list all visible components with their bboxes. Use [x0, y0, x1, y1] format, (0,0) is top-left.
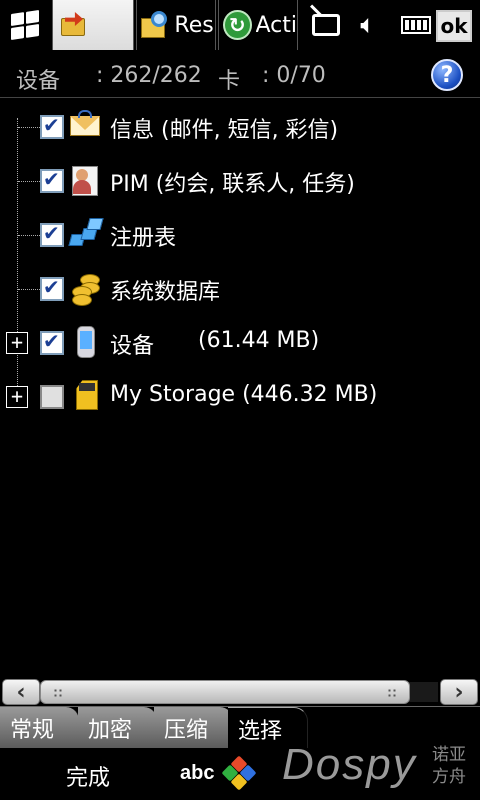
- checkbox[interactable]: [40, 385, 64, 409]
- tree-branch-line: [18, 289, 40, 290]
- start-button[interactable]: [0, 0, 50, 50]
- checkbox[interactable]: [40, 275, 64, 301]
- tree-item-label: My Storage (446.32 MB): [110, 382, 378, 407]
- selection-status: 设备 : 262/262 卡 : 0/70 ?: [0, 52, 480, 98]
- scroll-right-button[interactable]: ›: [440, 679, 478, 705]
- task-tab-acti[interactable]: ↻ Acti: [218, 0, 298, 50]
- registry-icon: [68, 216, 104, 252]
- tree-item-label: 信息 (邮件, 短信, 彩信): [110, 118, 339, 143]
- folder-magnifier-icon: [139, 8, 170, 42]
- tab-general[interactable]: 常规: [0, 707, 80, 749]
- windows-logo-icon: [11, 10, 39, 40]
- tree-item-label: 注册表: [110, 226, 177, 251]
- battery-icon[interactable]: [398, 8, 434, 42]
- done-softkey[interactable]: 完成: [66, 760, 110, 792]
- device-count-label: 设备: [16, 69, 61, 94]
- task-tab-acti-label: Acti: [255, 12, 297, 38]
- contact-card-icon: [68, 162, 104, 198]
- device-count-value: : 262/262: [96, 63, 202, 88]
- checkbox[interactable]: [40, 221, 64, 247]
- tab-encryption[interactable]: 加密: [78, 707, 158, 749]
- expand-icon[interactable]: +: [6, 332, 28, 354]
- expand-icon[interactable]: +: [6, 386, 28, 408]
- task-tab-res-label: Res: [174, 12, 214, 38]
- tree-item-pim[interactable]: PIM (约会, 联系人, 任务): [0, 154, 480, 208]
- tree-item-system-database[interactable]: 系统数据库: [0, 262, 480, 316]
- help-icon[interactable]: ?: [431, 59, 463, 91]
- menu-bar: 完成 abc Dospy 诺亚 方舟: [0, 740, 480, 800]
- backup-selection-tree: 信息 (邮件, 短信, 彩信) PIM (约会, 联系人, 任务) 注册表 系统…: [0, 100, 480, 678]
- tree-item-label: PIM (约会, 联系人, 任务): [110, 172, 355, 197]
- sync-icon: ↻: [223, 10, 252, 40]
- grip-icon: [53, 688, 63, 698]
- tab-compression[interactable]: 压缩: [154, 707, 234, 749]
- card-count-label: 卡: [218, 69, 241, 94]
- card-count-value: : 0/70: [262, 63, 326, 88]
- folder-arrow-icon: [59, 10, 87, 40]
- scrollbar-thumb[interactable]: [40, 680, 410, 704]
- checkbox[interactable]: [40, 329, 64, 355]
- tree-branch-line: [18, 181, 40, 182]
- task-tab-res[interactable]: Res: [136, 0, 216, 50]
- no-signal-icon[interactable]: [306, 8, 346, 42]
- tree-item-size: (61.44 MB): [198, 328, 320, 353]
- horizontal-scrollbar[interactable]: ‹ ›: [0, 678, 480, 706]
- tree-item-label: 系统数据库: [110, 280, 221, 305]
- tree-branch-line: [18, 235, 40, 236]
- device-icon: [68, 324, 104, 360]
- mail-icon: [68, 108, 104, 144]
- input-panel-icon[interactable]: [221, 755, 257, 791]
- taskbar: Res ↻ Acti 🔈︎ ok: [0, 0, 480, 50]
- ok-button[interactable]: ok: [436, 10, 472, 42]
- watermark: Dospy: [282, 740, 417, 789]
- watermark-cn: 诺亚 方舟: [432, 744, 466, 788]
- tree-item-registry[interactable]: 注册表: [0, 208, 480, 262]
- sd-card-icon: [68, 378, 104, 414]
- tree-branch-line: [18, 127, 40, 128]
- task-tab-app[interactable]: [52, 0, 134, 50]
- tree-item-label: 设备: [110, 334, 155, 359]
- volume-muted-icon[interactable]: 🔈︎: [348, 8, 388, 42]
- checkbox[interactable]: [40, 113, 64, 139]
- grip-icon: [387, 688, 397, 698]
- watermark-cn-line-1: 诺亚: [432, 745, 466, 765]
- checkbox[interactable]: [40, 167, 64, 193]
- input-mode-label[interactable]: abc: [180, 762, 214, 785]
- tree-item-device[interactable]: + 设备 (61.44 MB): [0, 316, 480, 370]
- database-coins-icon: [68, 270, 104, 306]
- scroll-left-button[interactable]: ‹: [2, 679, 40, 705]
- tree-item-my-storage[interactable]: + My Storage (446.32 MB): [0, 370, 480, 424]
- tree-item-messages[interactable]: 信息 (邮件, 短信, 彩信): [0, 100, 480, 154]
- watermark-cn-line-2: 方舟: [432, 767, 466, 787]
